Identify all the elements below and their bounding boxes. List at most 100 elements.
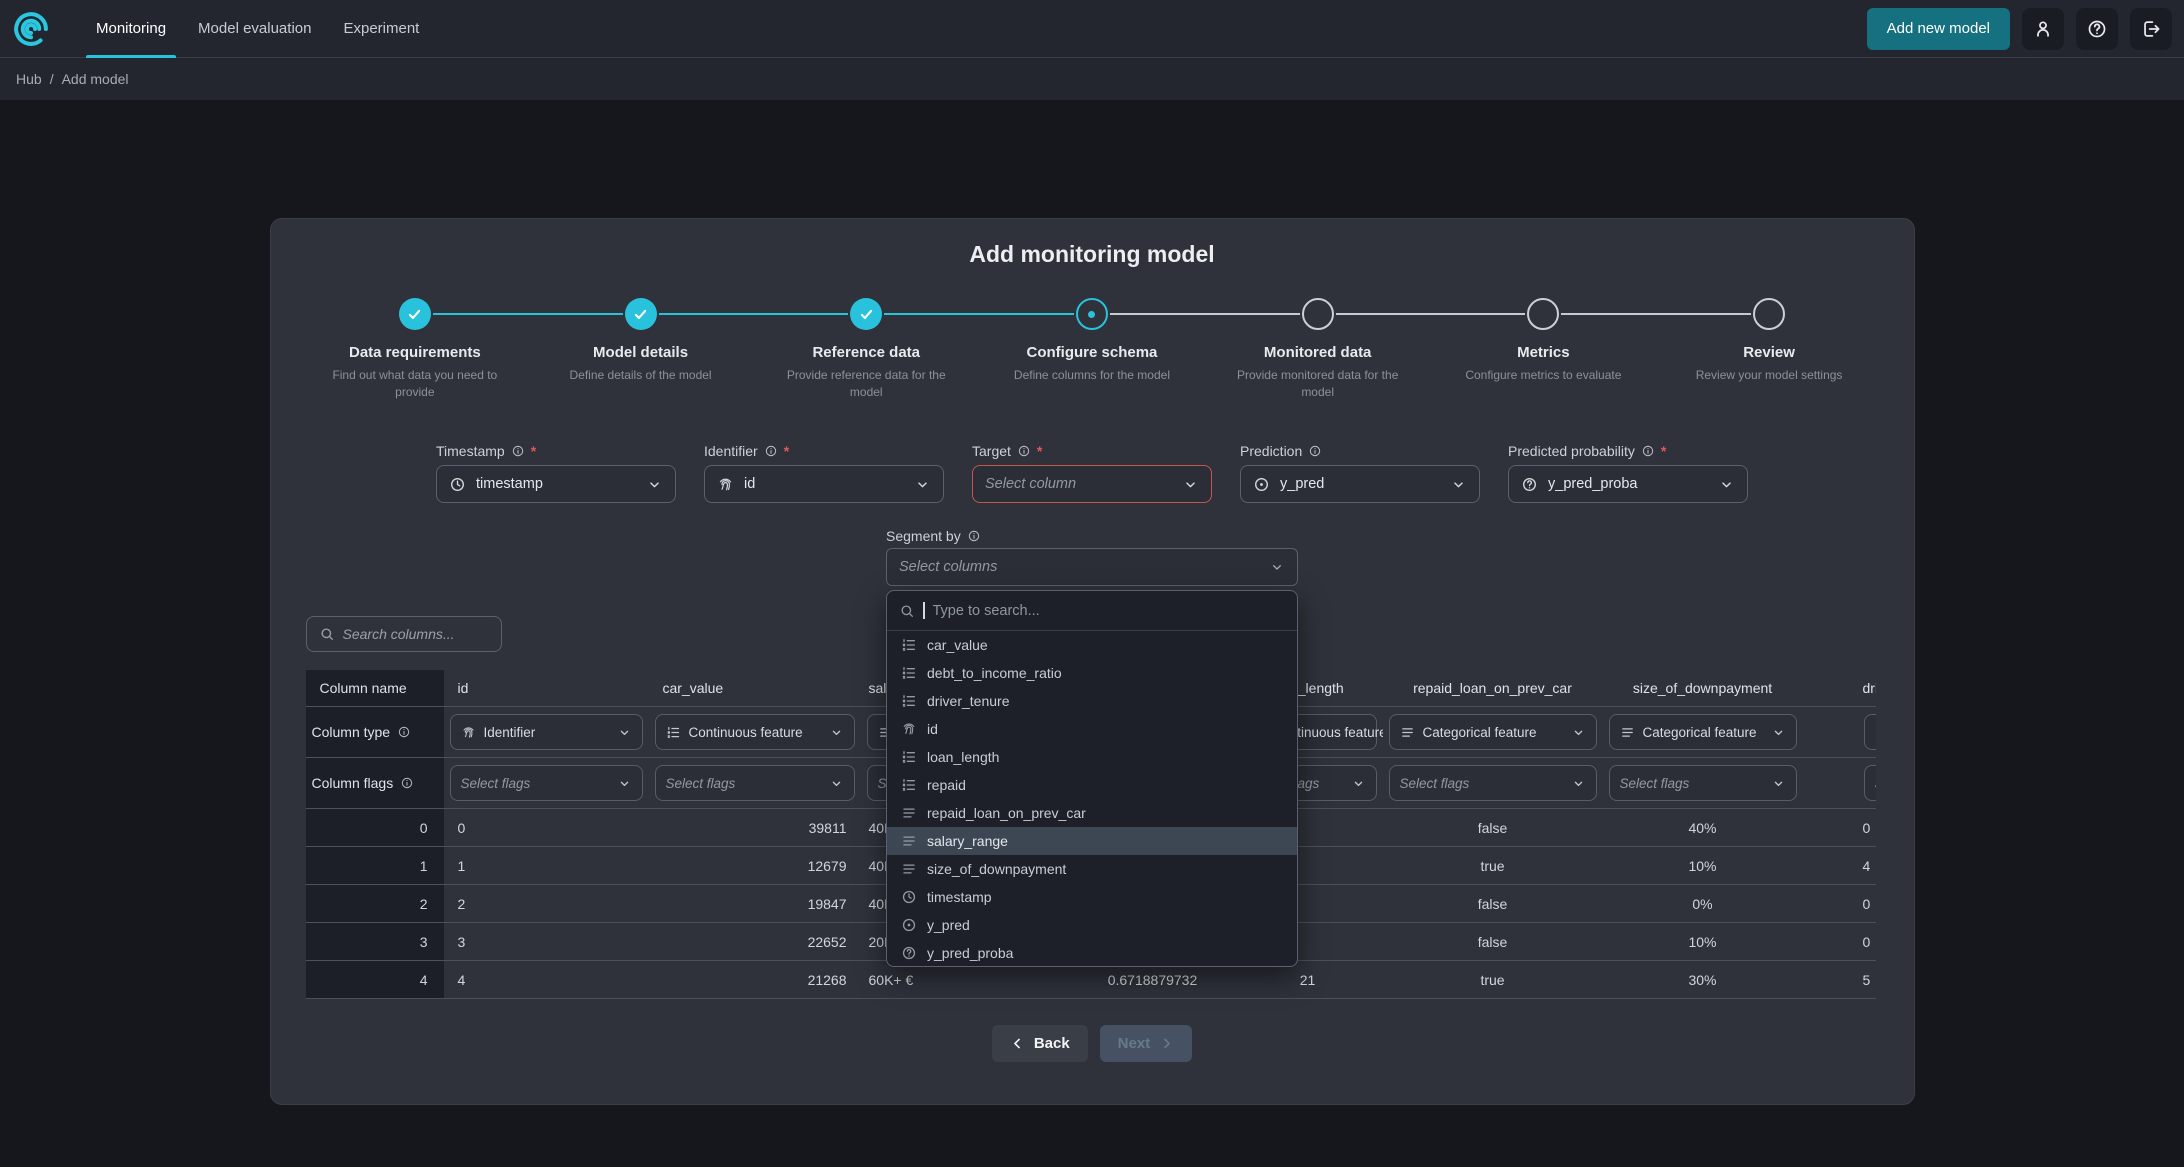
table-cell: 12679 bbox=[649, 847, 861, 884]
table-cell: 19847 bbox=[649, 885, 861, 922]
step-connector bbox=[1561, 313, 1751, 315]
info-icon[interactable] bbox=[764, 444, 778, 458]
chevron-down-icon bbox=[1771, 776, 1786, 791]
fingerprint-icon bbox=[717, 476, 734, 493]
segment-option-debt_to_income_ratio[interactable]: debt_to_income_ratio bbox=[887, 659, 1297, 687]
breadcrumb-hub[interactable]: Hub bbox=[16, 71, 42, 87]
top-nav: MonitoringModel evaluationExperiment Add… bbox=[0, 0, 2184, 58]
option-label: driver_tenure bbox=[927, 693, 1010, 709]
category-lines-icon bbox=[1620, 725, 1635, 740]
ordered-list-icon bbox=[1875, 725, 1876, 740]
column-type-select-driver_tenure[interactable]: Continuous feature bbox=[1864, 714, 1876, 750]
column-flags-select-id[interactable]: Select flags bbox=[450, 765, 643, 801]
column-type-select-car_value[interactable]: Continuous feature bbox=[655, 714, 855, 750]
step-indicator-pending[interactable] bbox=[1753, 298, 1785, 330]
segment-option-car_value[interactable]: car_value bbox=[887, 631, 1297, 659]
column-header-repaid_loan_on_prev_car: repaid_loan_on_prev_car bbox=[1383, 670, 1603, 706]
type-cell: Continuous feature bbox=[1803, 707, 1876, 757]
tab-experiment[interactable]: Experiment bbox=[327, 0, 435, 58]
category-lines-icon bbox=[901, 861, 917, 877]
dropdown-search bbox=[887, 591, 1297, 631]
dropdown-search-input[interactable] bbox=[933, 603, 1286, 619]
info-icon[interactable] bbox=[400, 776, 414, 790]
option-label: debt_to_income_ratio bbox=[927, 665, 1062, 681]
table-cell: 0 bbox=[1803, 885, 1876, 922]
column-flags-select-driver_tenure[interactable]: Select flags bbox=[1864, 765, 1876, 801]
step-indicator-completed[interactable] bbox=[850, 298, 882, 330]
column-type-select-id[interactable]: Identifier bbox=[450, 714, 643, 750]
field-select-identifier[interactable]: id bbox=[704, 465, 944, 503]
text-cursor bbox=[923, 602, 925, 619]
field-select-predicted-probability[interactable]: y_pred_proba bbox=[1508, 465, 1748, 503]
step-indicator-completed[interactable] bbox=[399, 298, 431, 330]
segment-option-size_of_downpayment[interactable]: size_of_downpayment bbox=[887, 855, 1297, 883]
breadcrumb-current: Add model bbox=[62, 71, 129, 87]
table-cell: true bbox=[1383, 961, 1603, 998]
breadcrumb-separator: / bbox=[50, 71, 54, 87]
column-type-select-repaid_loan_on_prev_car[interactable]: Categorical feature bbox=[1389, 714, 1597, 750]
segment-option-id[interactable]: id bbox=[887, 715, 1297, 743]
add-new-model-button[interactable]: Add new model bbox=[1867, 8, 2010, 50]
field-identifier: Identifier*id bbox=[704, 442, 944, 503]
info-icon[interactable] bbox=[511, 444, 525, 458]
field-select-target[interactable]: Select column bbox=[972, 465, 1212, 503]
back-button[interactable]: Back bbox=[992, 1025, 1088, 1062]
step-indicator-pending[interactable] bbox=[1527, 298, 1559, 330]
field-select-timestamp[interactable]: timestamp bbox=[436, 465, 676, 503]
step-connector bbox=[1110, 313, 1300, 315]
tab-monitoring[interactable]: Monitoring bbox=[80, 0, 182, 58]
segment-option-repaid_loan_on_prev_car[interactable]: repaid_loan_on_prev_car bbox=[887, 799, 1297, 827]
column-type-select-size_of_downpayment[interactable]: Categorical feature bbox=[1609, 714, 1797, 750]
step-name: Review bbox=[1743, 344, 1795, 361]
app-logo[interactable] bbox=[10, 8, 52, 50]
step-indicator-pending[interactable] bbox=[1302, 298, 1334, 330]
segment-option-driver_tenure[interactable]: driver_tenure bbox=[887, 687, 1297, 715]
table-cell: 4 bbox=[444, 961, 649, 998]
next-button[interactable]: Next bbox=[1100, 1025, 1193, 1062]
column-flags-select-repaid_loan_on_prev_car[interactable]: Select flags bbox=[1389, 765, 1597, 801]
segment-option-loan_length[interactable]: loan_length bbox=[887, 743, 1297, 771]
segment-by-select[interactable]: Select columns bbox=[886, 548, 1298, 586]
search-columns-input[interactable] bbox=[343, 626, 489, 642]
column-flags-select-size_of_downpayment[interactable]: Select flags bbox=[1609, 765, 1797, 801]
column-flags-select-car_value[interactable]: Select flags bbox=[655, 765, 855, 801]
step-description: Find out what data you need to provide bbox=[329, 367, 501, 401]
flags-placeholder: Select flags bbox=[461, 776, 531, 791]
segment-option-salary_range[interactable]: salary_range bbox=[887, 827, 1297, 855]
field-timestamp: Timestamp*timestamp bbox=[436, 442, 676, 503]
type-value: Continuous feature bbox=[689, 725, 803, 740]
segment-option-y_pred_proba[interactable]: y_pred_proba bbox=[887, 939, 1297, 967]
segment-option-repaid[interactable]: repaid bbox=[887, 771, 1297, 799]
user-button[interactable] bbox=[2022, 8, 2064, 50]
chevron-down-icon bbox=[914, 476, 931, 493]
type-cell: Continuous feature bbox=[649, 707, 861, 757]
row-index: 2 bbox=[306, 885, 444, 922]
type-value: Categorical feature bbox=[1423, 725, 1537, 740]
required-asterisk: * bbox=[1037, 443, 1042, 459]
table-cell: 10% bbox=[1603, 847, 1803, 884]
info-icon[interactable] bbox=[397, 725, 411, 739]
step-indicator-current[interactable] bbox=[1076, 298, 1108, 330]
segment-option-timestamp[interactable]: timestamp bbox=[887, 883, 1297, 911]
info-icon[interactable] bbox=[1308, 444, 1322, 458]
info-icon[interactable] bbox=[1017, 444, 1031, 458]
chevron-right-icon bbox=[1159, 1036, 1174, 1051]
step-description: Review your model settings bbox=[1683, 367, 1855, 384]
search-columns-box bbox=[306, 616, 502, 652]
row-index: 3 bbox=[306, 923, 444, 960]
dropdown-options: car_value debt_to_income_ratio driver_tenu… bbox=[887, 631, 1297, 967]
help-button[interactable] bbox=[2076, 8, 2118, 50]
field-select-prediction[interactable]: y_pred bbox=[1240, 465, 1480, 503]
step-indicator-completed[interactable] bbox=[625, 298, 657, 330]
target-icon bbox=[901, 917, 917, 933]
info-icon[interactable] bbox=[967, 529, 981, 543]
info-icon[interactable] bbox=[1641, 444, 1655, 458]
clock-icon bbox=[449, 476, 466, 493]
option-label: loan_length bbox=[927, 749, 999, 765]
logout-button[interactable] bbox=[2130, 8, 2172, 50]
help-circle-icon bbox=[901, 945, 917, 961]
step-description: Provide monitored data for the model bbox=[1232, 367, 1404, 401]
tab-model-evaluation[interactable]: Model evaluation bbox=[182, 0, 327, 58]
segment-option-y_pred[interactable]: y_pred bbox=[887, 911, 1297, 939]
flags-placeholder: Select flags bbox=[1875, 776, 1876, 791]
